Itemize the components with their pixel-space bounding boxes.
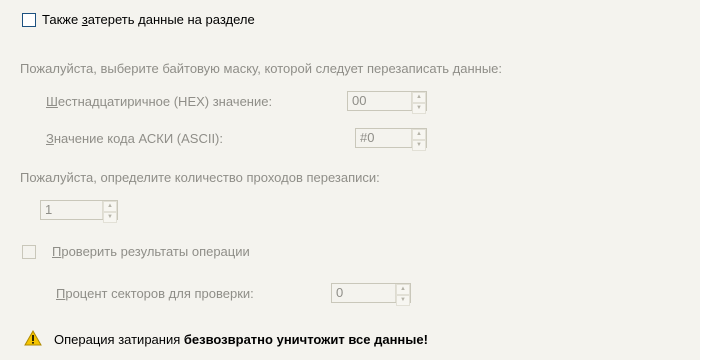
byte-mask-prompt: Пожалуйста, выберите байтовую маску, кот… bbox=[20, 61, 503, 76]
ascii-value-field[interactable]: #0 bbox=[356, 129, 411, 147]
verify-label[interactable]: Проверить результаты операции bbox=[52, 244, 250, 260]
hex-accel-key: Ш bbox=[46, 94, 58, 109]
wipe-partition-checkbox[interactable] bbox=[22, 13, 36, 27]
ascii-accel-key: З bbox=[46, 131, 54, 146]
wipe-partition-label-part: акже bbox=[49, 12, 82, 27]
hex-value-field[interactable]: 00 bbox=[348, 92, 411, 110]
passes-prompt: Пожалуйста, определите количество проход… bbox=[20, 170, 380, 185]
warning-text-bold: безвозвратно уничтожит все данные! bbox=[183, 332, 428, 347]
passes-spin-arrows[interactable]: ▲ ▼ bbox=[102, 201, 117, 223]
wipe-partition-label-part: атереть данные на разделе bbox=[87, 12, 255, 27]
hex-label-text: естнадцатиричное (HEX) значение: bbox=[57, 94, 273, 109]
wipe-partition-label[interactable]: Также затереть данные на разделе bbox=[42, 12, 255, 28]
hex-spin-arrows[interactable]: ▲ ▼ bbox=[411, 92, 426, 114]
percent-value-field[interactable]: 0 bbox=[332, 284, 395, 302]
hex-value-label: Шестнадцатиричное (HEX) значение: bbox=[46, 94, 272, 110]
passes-value-field[interactable]: 1 bbox=[41, 201, 102, 219]
percent-sectors-spinner[interactable]: 0 ▲ ▼ bbox=[331, 283, 411, 306]
spin-down-icon[interactable]: ▼ bbox=[396, 295, 410, 306]
passes-spinner[interactable]: 1 ▲ ▼ bbox=[40, 200, 118, 223]
warning-text-normal: Операция затирания bbox=[54, 332, 184, 347]
percent-accel-key: П bbox=[56, 286, 66, 301]
hex-value-spinner[interactable]: 00 ▲ ▼ bbox=[347, 91, 427, 114]
spin-up-icon[interactable]: ▲ bbox=[396, 284, 410, 295]
percent-label-text: роцент секторов для проверки: bbox=[65, 286, 254, 301]
spin-up-icon[interactable]: ▲ bbox=[412, 92, 426, 103]
ascii-label-text: начение кода АСКИ (ASCII): bbox=[53, 131, 223, 146]
spin-down-icon[interactable]: ▼ bbox=[412, 140, 426, 151]
wipe-options-panel: Также затереть данные на разделе Пожалуй… bbox=[0, 0, 700, 360]
spin-up-icon[interactable]: ▲ bbox=[103, 201, 117, 212]
spin-down-icon[interactable]: ▼ bbox=[412, 103, 426, 114]
spin-down-icon[interactable]: ▼ bbox=[103, 212, 117, 223]
ascii-value-spinner[interactable]: #0 ▲ ▼ bbox=[355, 128, 427, 151]
verify-checkbox[interactable] bbox=[22, 245, 36, 259]
verify-label-text: роверить результаты операции bbox=[61, 244, 250, 259]
ascii-value-label: Значение кода АСКИ (ASCII): bbox=[46, 131, 223, 147]
percent-sectors-label: Процент секторов для проверки: bbox=[56, 286, 254, 302]
ascii-spin-arrows[interactable]: ▲ ▼ bbox=[411, 129, 426, 151]
warning-icon bbox=[24, 330, 42, 346]
spin-up-icon[interactable]: ▲ bbox=[412, 129, 426, 140]
warning-text: Операция затирания безвозвратно уничтожи… bbox=[54, 332, 428, 348]
percent-spin-arrows[interactable]: ▲ ▼ bbox=[395, 284, 410, 306]
verify-accel-key: П bbox=[52, 244, 62, 259]
